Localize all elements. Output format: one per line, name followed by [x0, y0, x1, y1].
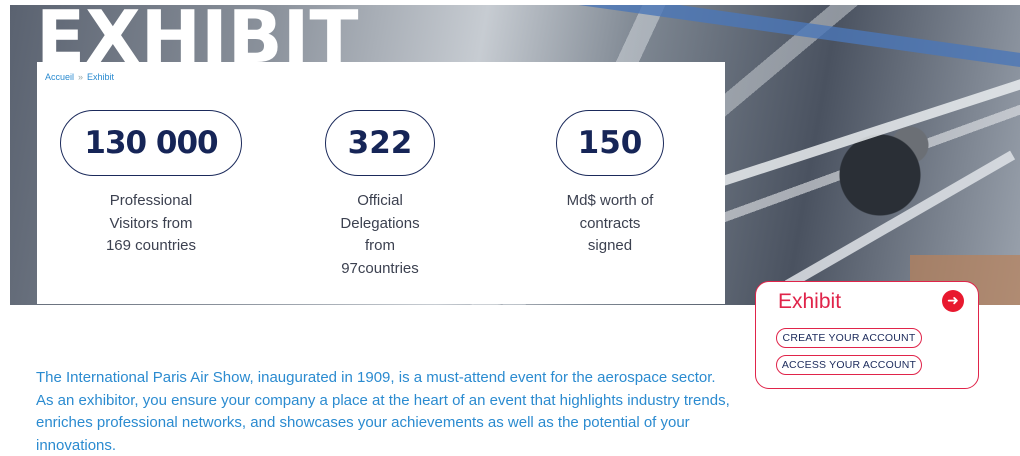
stat-description-line: signed — [587, 237, 633, 254]
breadcrumb-separator: » — [78, 72, 84, 82]
stat-description-line: Official — [357, 192, 403, 209]
stat-description-line: Delegations — [340, 214, 420, 232]
stat-description: Professional Visitors from 169 countries — [60, 190, 242, 258]
hero-structure-beam — [471, 5, 1020, 68]
stat-description-line: contracts — [579, 214, 641, 232]
stat-description-line: 97countries — [341, 259, 419, 277]
stat-description: Official Delegations from 97countries — [325, 190, 435, 280]
create-account-button[interactable]: CREATE YOUR ACCOUNT — [776, 328, 922, 348]
action-box-title: Exhibit — [778, 290, 842, 313]
breadcrumb-current: Exhibit — [87, 72, 115, 82]
breadcrumb-home-link[interactable]: Accueil — [45, 72, 74, 82]
stat-visitors: 130 000 Professional Visitors from 169 c… — [60, 110, 242, 258]
stat-value: 322 — [325, 110, 435, 176]
stat-description: Md$ worth of contracts signed — [556, 190, 664, 258]
stat-contracts: 150 Md$ worth of contracts signed — [556, 110, 664, 258]
stat-delegations: 322 Official Delegations from 97countrie… — [325, 110, 435, 280]
stat-description-line: Visitors from — [109, 214, 193, 232]
stat-description-line: from — [365, 237, 395, 254]
breadcrumb: Accueil » Exhibit — [45, 72, 114, 82]
stat-value: 130 000 — [60, 110, 242, 176]
stats-card: Accueil » Exhibit 130 000 Professional Vis… — [37, 62, 725, 304]
stat-description-line: Professional — [109, 192, 193, 209]
intro-paragraph: The International Paris Air Show, inaugu… — [36, 369, 730, 454]
arrow-right-circle-icon[interactable]: ➜ — [942, 290, 964, 312]
stat-description-line: 169 countries — [105, 237, 197, 254]
exhibit-action-box: Exhibit ➜ CREATE YOUR ACCOUNT ACCESS YOU… — [755, 281, 979, 389]
stat-description-line: Md$ worth of — [566, 192, 654, 209]
access-account-button[interactable]: ACCESS YOUR ACCOUNT — [776, 355, 922, 375]
stat-value: 150 — [556, 110, 664, 176]
